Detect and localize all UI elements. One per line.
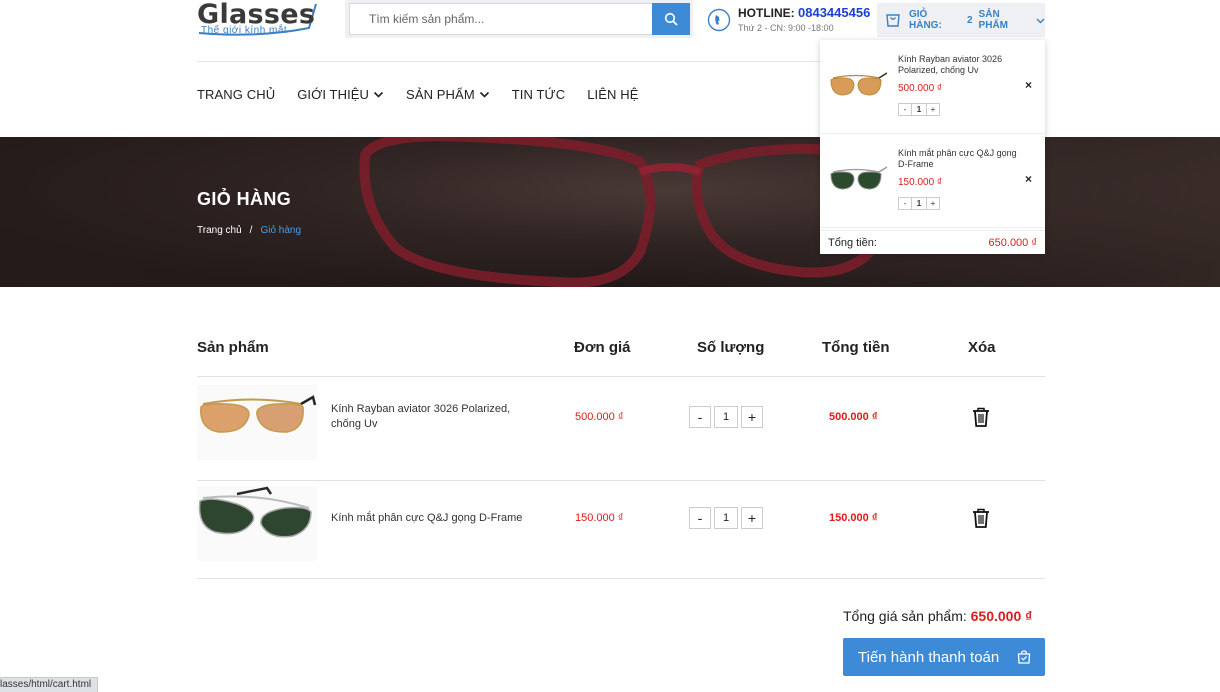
qty-value[interactable]: 1 <box>912 197 926 210</box>
nav-item-label: TRANG CHỦ <box>197 87 276 102</box>
logo-tagline: Thế giới kính mắt <box>201 25 288 36</box>
hotline-number[interactable]: 0843445456 <box>798 5 870 20</box>
cart-unit: SẢN PHẨM <box>978 9 1008 31</box>
nav-item-label: SẢN PHẨM <box>406 87 475 102</box>
quantity-stepper: - 1 + <box>689 406 763 428</box>
product-name[interactable]: Kính Rayban aviator 3026 Polarized, chốn… <box>331 402 531 432</box>
nav-item-news[interactable]: TIN TỨC <box>512 87 565 102</box>
mini-cart-item-name[interactable]: Kính Rayban aviator 3026 Polarized, chốn… <box>898 54 1023 76</box>
mini-cart-total-label: Tổng tiền: <box>828 236 877 249</box>
table-divider <box>197 376 1045 377</box>
qty-increase-button[interactable]: + <box>926 103 940 116</box>
remove-item-button[interactable]: × <box>1025 172 1032 186</box>
mini-cart-item-price: 500.000 ₫ <box>898 83 943 94</box>
mini-cart-qty-stepper: - 1 + <box>898 197 940 210</box>
row-total: 500.000 ₫ <box>829 411 878 423</box>
hotline-label-text: HOTLINE: <box>738 6 795 20</box>
nav-item-label: TIN TỨC <box>511 87 566 102</box>
mini-cart-item-name[interactable]: Kính mắt phân cực Q&J gọng D-Frame <box>898 148 1023 170</box>
table-row: Kính Rayban aviator 3026 Polarized, chốn… <box>197 380 1045 480</box>
chevron-down-icon <box>479 91 489 98</box>
breadcrumb-separator: / <box>249 225 253 236</box>
page-title: GIỎ HÀNG <box>197 189 292 209</box>
unit-price: 150.000 ₫ <box>575 512 624 524</box>
table-row: Kính mắt phân cực Q&J gọng D-Frame 150.0… <box>197 481 1045 581</box>
table-divider <box>197 578 1045 579</box>
nav-item-contact[interactable]: LIÊN HỆ <box>587 87 638 102</box>
trash-icon[interactable] <box>972 407 990 427</box>
chevron-down-icon <box>373 91 384 98</box>
nav-item-about[interactable]: GIỚI THIỆU <box>297 87 384 102</box>
search-bar <box>345 0 693 38</box>
mini-cart-item: Kính Rayban aviator 3026 Polarized, chốn… <box>820 40 1045 134</box>
col-header-quantity: Số lượng <box>697 339 765 356</box>
cart-dropdown: Kính Rayban aviator 3026 Polarized, chốn… <box>820 40 1045 254</box>
qty-decrease-button[interactable]: - <box>898 103 912 116</box>
hotline-hours: Thứ 2 - CN: 9:00 -18:00 <box>738 23 834 33</box>
unit-price: 500.000 ₫ <box>575 411 624 423</box>
nav-item-products[interactable]: SẢN PHẨM <box>406 87 490 102</box>
shopping-bag-icon <box>1017 650 1031 664</box>
search-button[interactable] <box>652 3 690 35</box>
qty-decrease-button[interactable]: - <box>689 406 711 428</box>
main-nav: TRANG CHỦ GIỚI THIỆU SẢN PHẨM TIN TỨC LI… <box>197 87 660 102</box>
cart-label: GIỎ HÀNG: <box>909 9 942 31</box>
qty-decrease-button[interactable]: - <box>898 197 912 210</box>
mini-cart-qty-stepper: - 1 + <box>898 103 940 116</box>
mini-cart-total-value: 650.000 ₫ <box>988 236 1037 249</box>
chevron-down-icon <box>1036 16 1045 25</box>
remove-item-button[interactable]: × <box>1025 78 1032 92</box>
mini-cart-item-price: 150.000 ₫ <box>898 177 943 188</box>
grand-total-label: Tổng giá sản phẩm: <box>843 608 967 624</box>
trash-icon[interactable] <box>972 508 990 528</box>
col-header-unit-price: Đơn giá <box>574 339 631 356</box>
shopping-bag-icon <box>885 12 901 28</box>
col-header-product: Sản phẩm <box>197 339 269 356</box>
aviator-gold-sunglasses-image[interactable] <box>197 385 317 460</box>
qty-increase-button[interactable]: + <box>741 507 763 529</box>
mini-cart-item: Kính mắt phân cực Q&J gọng D-Frame 150.0… <box>820 134 1045 228</box>
qty-increase-button[interactable]: + <box>926 197 940 210</box>
search-icon <box>664 12 678 26</box>
product-name[interactable]: Kính mắt phân cực Q&J gọng D-Frame <box>331 511 531 526</box>
phone-icon <box>707 8 731 32</box>
breadcrumb: Trang chủ / Giỏ hàng <box>197 225 301 236</box>
mini-cart-total: Tổng tiền: 650.000 ₫ <box>820 230 1045 254</box>
hotline: HOTLINE: 0843445456 Thứ 2 - CN: 9:00 -18… <box>707 3 877 39</box>
qty-increase-button[interactable]: + <box>741 406 763 428</box>
qty-value[interactable]: 1 <box>714 507 738 529</box>
qty-value[interactable]: 1 <box>714 406 738 428</box>
checkout-label: Tiến hành thanh toán <box>858 648 1000 666</box>
hotline-label: HOTLINE: 0843445456 <box>738 5 870 20</box>
quantity-stepper: - 1 + <box>689 507 763 529</box>
qty-value[interactable]: 1 <box>912 103 926 116</box>
col-header-total: Tổng tiền <box>822 339 890 356</box>
green-aviator-sunglasses-image[interactable] <box>197 486 317 561</box>
col-header-remove: Xóa <box>968 339 996 356</box>
site-logo[interactable]: Glasses Thế giới kính mắt <box>197 0 319 40</box>
row-total: 150.000 ₫ <box>829 512 878 524</box>
qty-decrease-button[interactable]: - <box>689 507 711 529</box>
cart-toggle[interactable]: GIỎ HÀNG: 2 SẢN PHẨM <box>877 3 1045 37</box>
cart-count: 2 <box>966 14 973 26</box>
green-aviator-sunglasses-image <box>830 166 887 190</box>
breadcrumb-home[interactable]: Trang chủ <box>197 225 242 236</box>
nav-item-label: LIÊN HỆ <box>587 87 639 102</box>
nav-item-label: GIỚI THIỆU <box>297 87 370 102</box>
grand-total: Tổng giá sản phẩm: 650.000 ₫ <box>843 608 1032 624</box>
status-bar-url: lasses/html/cart.html <box>0 677 99 692</box>
grand-total-value: 650.000 ₫ <box>970 608 1033 624</box>
checkout-button[interactable]: Tiến hành thanh toán <box>843 638 1045 676</box>
aviator-gold-sunglasses-image <box>830 72 887 96</box>
breadcrumb-current: Giỏ hàng <box>260 225 302 236</box>
nav-item-home[interactable]: TRANG CHỦ <box>197 87 275 102</box>
search-input[interactable] <box>349 3 652 35</box>
